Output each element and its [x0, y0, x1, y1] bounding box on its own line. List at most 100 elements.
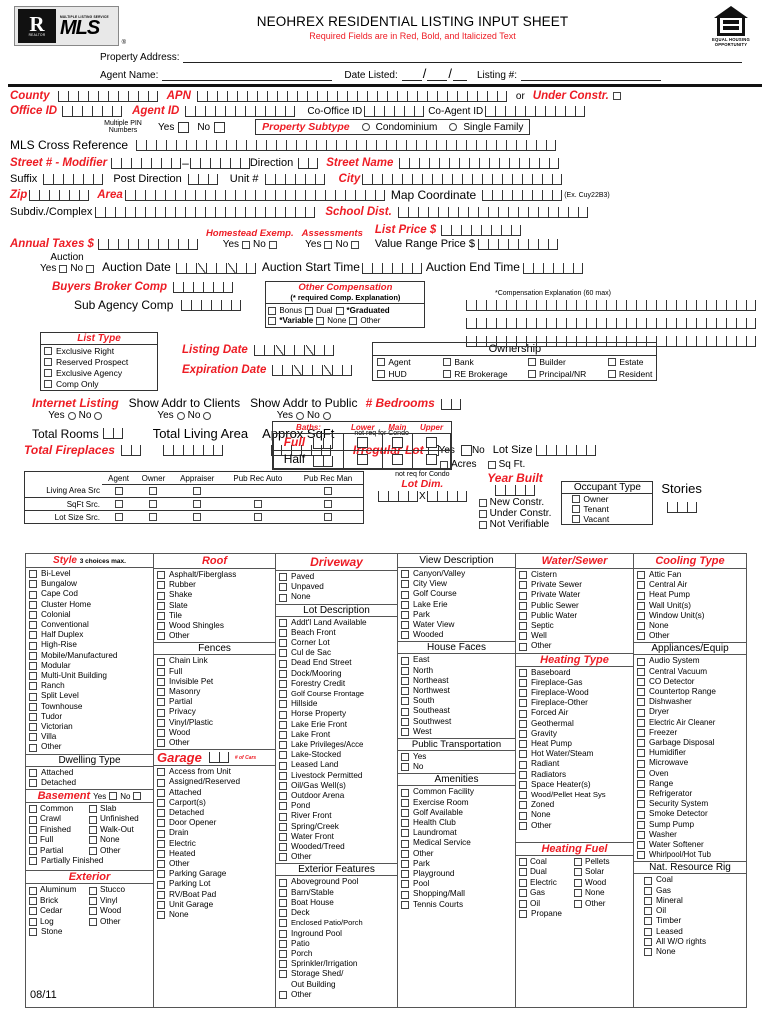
basement-finished-checkbox[interactable]	[29, 826, 37, 835]
lot-dim-input-2[interactable]	[426, 491, 467, 502]
fences-wood-checkbox[interactable]	[157, 728, 165, 737]
hf-propane-checkbox[interactable]	[519, 910, 527, 918]
basement-walk-out-checkbox[interactable]	[89, 826, 97, 835]
sub-agency-comp-input[interactable]	[181, 299, 242, 311]
homestead-yes-checkbox[interactable]	[242, 240, 251, 249]
amenity-tennis-courts-checkbox[interactable]	[401, 900, 409, 909]
hf-oil-checkbox[interactable]	[519, 899, 527, 908]
ap-electric-air-cleaner-checkbox[interactable]	[637, 718, 645, 727]
ct-other-checkbox[interactable]	[637, 632, 645, 641]
faces-southeast-checkbox[interactable]	[401, 707, 409, 716]
baths-half-upper-checkbox[interactable]	[426, 454, 438, 466]
pin-no-checkbox[interactable]	[214, 121, 226, 133]
living-area-src-owner-checkbox[interactable]	[149, 487, 158, 496]
hf-none-checkbox[interactable]	[574, 889, 582, 898]
ef-other-checkbox[interactable]	[279, 990, 287, 999]
ownership-re-brokerage-checkbox[interactable]	[443, 370, 452, 378]
condominium-radio[interactable]	[361, 123, 370, 131]
style-conventional-checkbox[interactable]	[29, 621, 37, 630]
expiration-date-input[interactable]	[272, 364, 353, 376]
amenity-other-checkbox[interactable]	[401, 849, 409, 858]
lot-forestry-credit-checkbox[interactable]	[279, 679, 287, 688]
exterior-brick-checkbox[interactable]	[29, 896, 37, 905]
fences-invisible-pet-checkbox[interactable]	[157, 677, 165, 686]
direction-input[interactable]	[298, 157, 319, 169]
style-mobile-manufactured-checkbox[interactable]	[29, 651, 37, 660]
ht-zoned-checkbox[interactable]	[519, 801, 527, 810]
hf-solar-checkbox[interactable]	[574, 868, 582, 877]
lot-size-src-owner-checkbox[interactable]	[149, 513, 158, 522]
internet-yes-radio[interactable]	[67, 411, 76, 420]
hf-coal-checkbox[interactable]	[519, 858, 527, 867]
lot-size-src-pub-rec-auto-checkbox[interactable]	[253, 513, 262, 522]
garage-parking-garage-checkbox[interactable]	[157, 870, 165, 879]
baths-full-upper-checkbox[interactable]	[426, 436, 438, 448]
amenity-playground-checkbox[interactable]	[401, 870, 409, 879]
hf-other-checkbox[interactable]	[574, 899, 582, 908]
basement-unfinished-checkbox[interactable]	[89, 815, 97, 824]
style-bungalow-checkbox[interactable]	[29, 580, 37, 589]
ef-enclosed-patio-porch-checkbox[interactable]	[279, 919, 287, 928]
lot-other-checkbox[interactable]	[279, 853, 287, 862]
nr-leased-checkbox[interactable]	[644, 927, 652, 936]
garage-carports-checkbox[interactable]	[157, 798, 165, 807]
living-area-src-agent-checkbox[interactable]	[114, 487, 123, 496]
ef-deck-checkbox[interactable]	[279, 909, 287, 918]
not-verifiable-checkbox[interactable]	[478, 520, 487, 529]
suffix-input[interactable]	[43, 173, 104, 185]
ht-fireplace-wood-checkbox[interactable]	[519, 689, 527, 698]
ap-humidifier-checkbox[interactable]	[637, 749, 645, 758]
listing-number-input[interactable]	[521, 69, 662, 81]
style-bi-level-checkbox[interactable]	[29, 570, 37, 579]
annual-taxes-input[interactable]	[97, 239, 198, 250]
single-family-radio[interactable]	[449, 123, 458, 131]
nr-oil-checkbox[interactable]	[644, 907, 652, 916]
roof-tile-checkbox[interactable]	[157, 611, 165, 620]
other-comp-other-checkbox[interactable]	[349, 316, 358, 325]
lot-outdoor-arena-checkbox[interactable]	[279, 792, 287, 801]
ef-aboveground-pool-checkbox[interactable]	[279, 878, 287, 887]
under-constr2-checkbox[interactable]	[478, 509, 487, 518]
ht-geothermal-checkbox[interactable]	[519, 719, 527, 728]
garage-other-checkbox[interactable]	[157, 860, 165, 869]
faces-south-checkbox[interactable]	[401, 697, 409, 706]
co-agent-id-input[interactable]	[485, 105, 586, 117]
sqft-src-appraiser-checkbox[interactable]	[193, 500, 202, 509]
ap-dryer-checkbox[interactable]	[637, 708, 645, 717]
ht-heat-pump-checkbox[interactable]	[519, 740, 527, 749]
ws-private-water-checkbox[interactable]	[519, 591, 527, 600]
auction-yes-checkbox[interactable]	[59, 264, 68, 273]
garage-unit-garage-checkbox[interactable]	[157, 900, 165, 909]
date-listed-month[interactable]	[401, 69, 422, 81]
garage-rv-boat-pad-checkbox[interactable]	[157, 890, 165, 899]
dwelling-attached-checkbox[interactable]	[29, 768, 37, 777]
ownership-principal-nr-checkbox[interactable]	[528, 370, 536, 378]
faces-northwest-checkbox[interactable]	[401, 687, 409, 696]
garage-heated-checkbox[interactable]	[157, 849, 165, 858]
lot-wooded-treed-checkbox[interactable]	[279, 843, 287, 852]
ownership-bank-checkbox[interactable]	[443, 358, 452, 366]
street-number-input[interactable]	[111, 157, 182, 169]
faces-north-checkbox[interactable]	[401, 666, 409, 675]
mls-cross-reference-input[interactable]	[136, 139, 557, 151]
faces-northeast-checkbox[interactable]	[401, 676, 409, 685]
stories-input[interactable]	[666, 502, 697, 514]
basement-crawl-checkbox[interactable]	[29, 815, 37, 824]
subdiv-input[interactable]	[95, 206, 316, 218]
lot-lake-front-checkbox[interactable]	[279, 730, 287, 739]
lot-water-front-checkbox[interactable]	[279, 832, 287, 841]
living-area-src-pub-rec-man-checkbox[interactable]	[324, 487, 332, 496]
ct-wall-units-checkbox[interactable]	[637, 601, 645, 610]
style-high-rise-checkbox[interactable]	[29, 641, 37, 650]
driveway-unpaved-checkbox[interactable]	[279, 583, 287, 592]
lot-lake-stocked-checkbox[interactable]	[279, 751, 287, 760]
nr-gas-checkbox[interactable]	[644, 886, 652, 895]
ownership-hud-checkbox[interactable]	[377, 370, 386, 378]
apn-input[interactable]	[196, 90, 507, 102]
listing-date-input[interactable]	[253, 344, 334, 356]
ht-forced-air-checkbox[interactable]	[519, 709, 527, 718]
public-no-radio[interactable]	[322, 411, 331, 420]
lot-leased-land-checkbox[interactable]	[279, 761, 287, 770]
ht-hot-water-steam-checkbox[interactable]	[519, 750, 527, 759]
ws-well-checkbox[interactable]	[519, 632, 527, 641]
